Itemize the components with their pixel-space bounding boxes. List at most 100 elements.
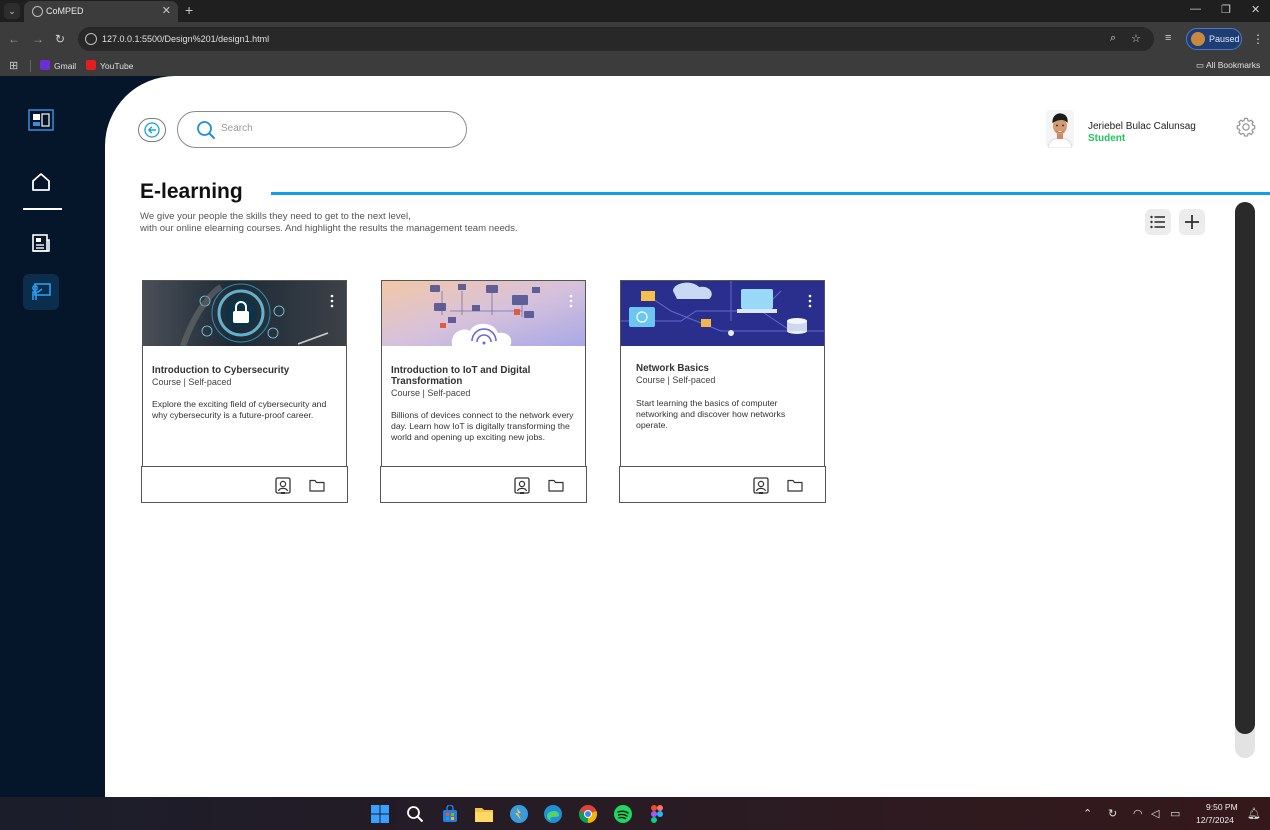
course-card-footer [141, 466, 348, 503]
file-explorer-icon[interactable] [474, 804, 494, 824]
minimize-icon[interactable]: — [1190, 3, 1201, 15]
arrow-left-icon [144, 122, 160, 138]
more-options-icon[interactable] [808, 294, 812, 308]
os-taskbar: ⌃ ↻ ◠ ◁ ▭ 9:50 PM 12/7/2024 🔔︎ [0, 797, 1270, 830]
search-icon [197, 121, 215, 139]
wifi-icon[interactable]: ◠ [1133, 807, 1143, 820]
course-card-body: Introduction to IoT and Digital Transfor… [381, 280, 586, 466]
notification-bell-icon[interactable]: 🔔︎ [1247, 807, 1261, 820]
page-description-line: with our online elearning courses. And h… [140, 223, 518, 234]
chrome-icon[interactable] [578, 804, 598, 824]
bookmark-gmail[interactable]: Gmail [40, 60, 76, 71]
course-meta: Course | Self-paced [152, 377, 232, 387]
taskbar-search-icon[interactable] [405, 804, 425, 824]
bookmark-star-icon[interactable]: ☆ [1131, 32, 1141, 45]
settings-button[interactable] [1235, 116, 1257, 138]
course-description: Start learning the basics of computer ne… [636, 398, 786, 430]
search-bar[interactable] [177, 111, 467, 148]
profile-button[interactable]: Paused [1186, 28, 1242, 50]
new-tab-button[interactable]: + [185, 2, 193, 18]
course-thumbnail [621, 281, 824, 346]
folder-icon[interactable] [309, 479, 325, 492]
course-title[interactable]: Network Basics [636, 363, 821, 374]
course-title[interactable]: Introduction to Cybersecurity [152, 365, 337, 376]
tab-search-button[interactable]: ⌄ [4, 3, 20, 19]
site-info-icon[interactable] [85, 33, 97, 45]
back-button[interactable] [138, 118, 166, 142]
logo-icon [28, 109, 54, 131]
plus-icon [1185, 215, 1199, 229]
user-role: Student [1088, 133, 1126, 144]
contact-card-icon[interactable] [753, 477, 769, 495]
clock-time[interactable]: 9:50 PM [1206, 802, 1238, 812]
volume-icon[interactable]: ◁ [1151, 807, 1159, 820]
list-view-button[interactable] [1145, 209, 1171, 235]
course-card-footer [380, 466, 587, 503]
course-card[interactable]: Introduction to IoT and Digital Transfor… [380, 280, 587, 503]
media-controls-icon[interactable]: ≡ [1165, 32, 1171, 44]
scrollbar[interactable] [1235, 202, 1255, 758]
battery-icon[interactable]: ▭ [1170, 807, 1180, 820]
url-text[interactable]: 127.0.0.1:5500/Design%201/design1.html [102, 34, 269, 44]
restore-icon[interactable]: ❐ [1221, 3, 1231, 16]
list-icon [1150, 215, 1165, 229]
contact-card-icon[interactable] [514, 477, 530, 495]
close-tab-icon[interactable]: ✕ [162, 4, 171, 17]
course-meta: Course | Self-paced [636, 375, 716, 385]
title-underline [271, 192, 1270, 195]
news-icon [32, 234, 50, 252]
reload-icon[interactable]: ↻ [55, 32, 65, 46]
sidebar-item-home[interactable] [23, 164, 59, 200]
more-options-icon[interactable] [330, 294, 334, 308]
sidebar-item-news[interactable] [23, 225, 59, 261]
sync-icon[interactable]: ↻ [1108, 807, 1117, 820]
tab-title: CoMPED [46, 6, 84, 16]
cybersecurity-lock-image [143, 281, 346, 346]
youtube-icon [86, 60, 96, 70]
store-icon[interactable] [440, 804, 460, 824]
more-options-icon[interactable] [569, 294, 573, 308]
user-name: Jeriebel Bulac Calunsag [1088, 121, 1196, 132]
course-card[interactable]: Introduction to Cybersecurity Course | S… [141, 280, 348, 503]
browser-tab[interactable]: CoMPED ✕ [24, 1, 178, 22]
address-bar[interactable]: 127.0.0.1:5500/Design%201/design1.html ⌕… [78, 27, 1154, 51]
sidebar-divider [23, 208, 62, 210]
course-card[interactable]: Network Basics Course | Self-paced Start… [619, 280, 826, 503]
profile-avatar [1191, 32, 1205, 46]
folder-icon[interactable] [548, 479, 564, 492]
spotify-icon[interactable] [613, 804, 633, 824]
app-icon[interactable] [509, 804, 529, 824]
course-title[interactable]: Introduction to IoT and Digital Transfor… [391, 365, 576, 387]
scrollbar-thumb[interactable] [1235, 202, 1255, 734]
sidebar-item-elearning[interactable] [23, 274, 59, 310]
back-nav-icon[interactable]: ← [8, 32, 20, 46]
course-thumbnail [382, 281, 585, 346]
page-description-line: We give your people the skills they need… [140, 211, 411, 222]
browser-menu-icon[interactable]: ⋮ [1252, 32, 1264, 46]
course-card-footer [619, 466, 826, 503]
forward-nav-icon[interactable]: → [32, 32, 44, 46]
folder-icon[interactable] [787, 479, 803, 492]
zoom-icon[interactable]: ⌕ [1110, 32, 1116, 45]
all-bookmarks[interactable]: ▭ All Bookmarks [1196, 60, 1260, 71]
apps-grid-icon[interactable]: ⊞ [9, 59, 18, 72]
course-card-body: Introduction to Cybersecurity Course | S… [142, 280, 347, 466]
edge-icon[interactable] [543, 804, 563, 824]
close-window-icon[interactable]: ✕ [1251, 3, 1260, 16]
windows-start-icon[interactable] [370, 804, 390, 824]
sidebar-logo[interactable] [23, 102, 59, 138]
course-meta: Course | Self-paced [391, 388, 471, 398]
add-course-button[interactable] [1179, 209, 1205, 235]
clock-date[interactable]: 12/7/2024 [1196, 815, 1234, 825]
chevron-up-icon[interactable]: ⌃ [1083, 807, 1092, 820]
search-input[interactable] [221, 123, 451, 134]
gear-icon [1236, 117, 1256, 137]
bookmark-youtube[interactable]: YouTube [86, 60, 133, 71]
course-thumbnail [143, 281, 346, 346]
main-content: Jeriebel Bulac Calunsag Student E-learni… [105, 76, 1270, 797]
contact-card-icon[interactable] [275, 477, 291, 495]
gmail-icon [40, 60, 50, 70]
network-basics-image [621, 281, 824, 346]
avatar[interactable] [1046, 110, 1074, 148]
figma-icon[interactable] [647, 804, 667, 824]
